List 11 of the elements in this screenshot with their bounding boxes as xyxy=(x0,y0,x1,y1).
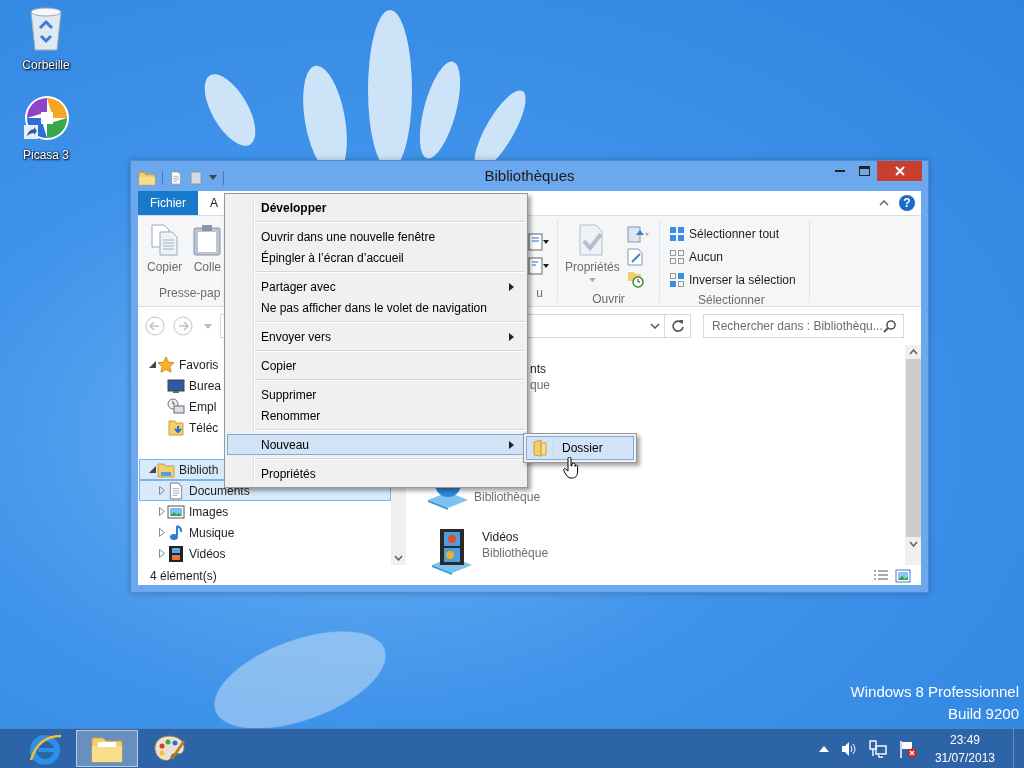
item-type: Bibliothèque xyxy=(474,489,541,505)
edition-text: Build 9200 xyxy=(948,705,1019,722)
group-label: Sélectionner xyxy=(698,292,765,309)
window-title: Bibliothèques xyxy=(484,166,575,184)
group-label: u xyxy=(536,285,543,302)
item-count: 4 élément(s) xyxy=(150,569,217,583)
item-type: Bibliothèque xyxy=(482,545,549,561)
edition-text: Windows 8 Professionnel xyxy=(850,683,1019,700)
item-type: que xyxy=(530,377,551,393)
group-label: Ouvrir xyxy=(592,291,625,308)
group-label: Presse-pap xyxy=(159,285,221,302)
